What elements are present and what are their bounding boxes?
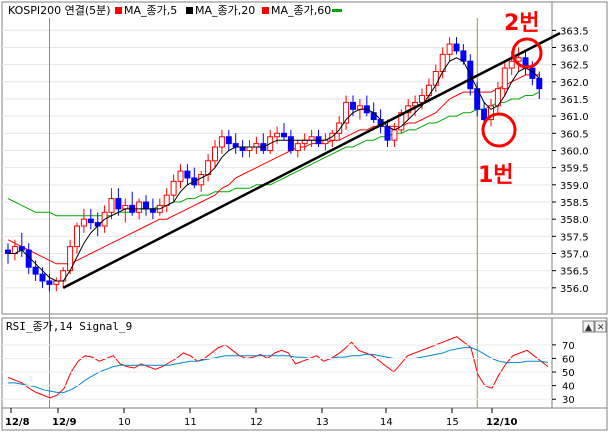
candle-body: [177, 170, 184, 182]
candle-body: [308, 136, 315, 141]
y-tick-label: 359.5: [560, 164, 589, 175]
candle-body: [143, 201, 149, 210]
candle-body: [115, 198, 122, 210]
legend-item-ma60: MA_종가,60: [271, 4, 331, 17]
candle-body: [453, 43, 460, 52]
candle-body: [246, 146, 253, 151]
y-tick-label: 360.5: [560, 129, 589, 140]
candle-body: [536, 77, 543, 90]
candle-body: [350, 101, 356, 110]
candle-body: [74, 225, 80, 248]
x-tick-label: 12: [250, 417, 263, 428]
annotation-label-2: 2번: [504, 11, 540, 36]
y-tick-label: 361.0: [560, 112, 589, 123]
panel-close-button[interactable]: ✕: [594, 320, 607, 333]
candle-body: [446, 43, 453, 55]
candle-body: [425, 84, 432, 97]
candle-body: [508, 60, 515, 69]
rsi-tick-label: 40: [562, 382, 575, 393]
y-tick-label: 356.5: [560, 267, 589, 278]
legend-ma60-marker: [332, 9, 342, 12]
candle-body: [287, 136, 294, 151]
candle-body: [5, 249, 11, 254]
y-tick-label: 358.0: [560, 215, 589, 226]
y-tick-label: 360.0: [560, 146, 589, 157]
annotation-label-1: 1번: [478, 163, 514, 188]
rsi-tick-label: 70: [562, 341, 575, 352]
y-tick-label: 357.5: [560, 232, 589, 243]
candle-body: [419, 95, 425, 103]
candle-body: [481, 108, 488, 121]
candle-body: [60, 270, 67, 282]
legend-item-ticker: KOSPI200 연결(5분): [8, 4, 111, 17]
x-tick-label: 13: [316, 417, 329, 428]
rsi-tick-label: 50: [562, 368, 575, 379]
candle-body: [170, 180, 177, 196]
candle-body: [212, 146, 218, 162]
candle-body: [163, 194, 170, 206]
rsi-title: RSI_종가,14 Signal_9: [6, 320, 132, 333]
x-tick-label: 11: [184, 417, 197, 428]
legend-item-ma5: MA_종가,5: [124, 4, 177, 17]
candle-body: [391, 129, 398, 141]
panel-scroll-up-button[interactable]: ▲: [582, 320, 595, 333]
x-tick-label: 12/10: [486, 417, 518, 428]
candle-body: [184, 170, 191, 179]
candle-body: [122, 204, 129, 210]
candle-body: [198, 174, 205, 186]
candle-body: [136, 201, 143, 213]
candle-body: [46, 280, 53, 285]
y-tick-label: 357.0: [560, 249, 589, 260]
candle-body: [294, 143, 301, 151]
candle-body: [32, 266, 39, 275]
candle-body: [87, 218, 94, 224]
candle-body: [370, 112, 377, 121]
x-tick-label: 14: [380, 417, 393, 428]
x-tick-label: 10: [118, 417, 131, 428]
y-tick-label: 361.5: [560, 95, 589, 106]
candle-body: [384, 125, 391, 141]
legend-item-ma20: MA_종가,20: [195, 4, 255, 17]
candle-body: [218, 136, 225, 148]
legend: KOSPI200 연결(5분) MA_종가,5 MA_종가,20 MA_종가,6…: [8, 4, 342, 17]
y-tick-label: 363.5: [560, 26, 589, 37]
x-tick-label: 12/8: [5, 417, 30, 428]
candle-body: [281, 132, 287, 138]
y-tick-label: 363.0: [560, 43, 589, 54]
svg-text:✕: ✕: [597, 323, 605, 333]
candle-body: [239, 146, 246, 151]
x-tick-label: 15: [446, 417, 459, 428]
candle-body: [432, 71, 439, 86]
rsi-tick-label: 30: [562, 395, 575, 406]
rsi-tick-label: 60: [562, 354, 575, 365]
y-tick-label: 358.5: [560, 198, 589, 209]
legend-ma60-swatch: [262, 7, 269, 14]
y-tick-label: 362.0: [560, 78, 589, 89]
y-tick-label: 362.5: [560, 61, 589, 72]
y-tick-label: 356.0: [560, 284, 589, 295]
candle-body: [274, 132, 281, 138]
price-panel: [1, 1, 553, 315]
legend-ma20-swatch: [186, 7, 193, 14]
candle-body: [39, 273, 46, 282]
stock-chart: 363.5 363.0 362.5 362.0 361.5 361.0 360.5 360.0…: [1, 1, 608, 431]
y-tick-label: 359.0: [560, 181, 589, 192]
candle-body: [356, 105, 363, 110]
candle-body: [108, 198, 115, 213]
x-tick-label: 12/9: [52, 417, 77, 428]
candle-body: [80, 218, 87, 227]
svg-text:▲: ▲: [585, 323, 592, 333]
candle-body: [225, 136, 232, 145]
candle-body: [460, 50, 467, 62]
candle-body: [501, 67, 508, 90]
legend-ma5-swatch: [115, 7, 122, 14]
